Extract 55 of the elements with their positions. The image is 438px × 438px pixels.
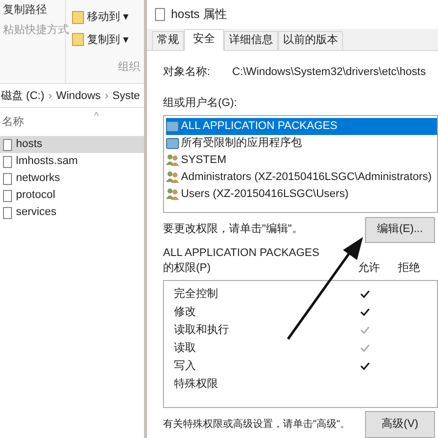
permission-name: 写入 — [174, 358, 197, 374]
list-item[interactable]: 所有受限制的应用程序包 — [166, 134, 437, 152]
tab[interactable]: 以前的版本 — [278, 30, 343, 50]
breadcrumb-separator-icon: › — [48, 88, 52, 105]
file-icon — [3, 172, 12, 184]
tab[interactable]: 详细信息 — [224, 30, 278, 50]
permissions-label: ALL APPLICATION PACKAGES — [163, 246, 320, 260]
tab[interactable]: 安全 — [184, 28, 224, 50]
file-row[interactable]: services — [0, 204, 144, 221]
list-item[interactable]: Users (XZ-20150416LSGC\Users) — [166, 186, 437, 202]
column-header: 拒绝 — [398, 260, 421, 276]
breadcrumb[interactable]: 磁盘 (C:) — [1, 88, 44, 105]
permission-name: 完全控制 — [174, 286, 219, 302]
file-icon — [3, 190, 12, 202]
advanced-button[interactable]: 高级(V) — [365, 411, 435, 438]
breadcrumb-separator-icon: › — [104, 88, 108, 105]
file-row[interactable]: lmhosts.sam — [0, 153, 144, 170]
breadcrumb[interactable]: Windows — [56, 88, 101, 105]
sort-icon: ^ — [94, 109, 99, 124]
column-header: 允许 — [358, 260, 381, 276]
file-row[interactable]: networks — [0, 170, 144, 187]
users-icon — [166, 171, 179, 183]
tab[interactable]: 常规 — [152, 30, 184, 50]
edit-button[interactable]: 编辑(E)... — [365, 216, 435, 242]
breadcrumb[interactable]: Syste — [112, 88, 140, 105]
list-item[interactable]: Administrators (XZ-20150416LSGC\Administrators) — [166, 168, 437, 186]
package-icon — [166, 120, 179, 132]
permission-name: 读取和执行 — [174, 322, 230, 338]
users-icon — [166, 154, 179, 166]
copy-to-button[interactable]: 复制到 ▾ — [72, 32, 144, 48]
list-item[interactable]: ALL APPLICATION PACKAGES — [166, 118, 437, 134]
permission-name: 读取 — [174, 340, 197, 356]
permission-name: 修改 — [174, 304, 197, 320]
package-icon — [166, 138, 179, 148]
hint-text: 有关特殊权限或高级设置，请单击"高级"。 — [163, 418, 350, 432]
group-list[interactable]: ALL APPLICATION PACKAGES 所有受限制的应用程序包 SYSTEM Administrators (XZ-20150416LSGC\Administrators) Users (XZ-20150416LSGC\Users) — [163, 114, 438, 212]
permission-name: 特殊权限 — [174, 376, 219, 392]
hint-text: 要更改权限，请单击"编辑"。 — [163, 222, 303, 238]
copy-path-button[interactable]: 复制路径 — [3, 2, 65, 18]
group-label: 组织 — [118, 60, 140, 75]
list-item[interactable]: SYSTEM — [166, 152, 437, 168]
file-row[interactable]: protocol — [0, 187, 144, 204]
permissions-label: 的权限(P) — [163, 260, 212, 276]
window-title: hosts 属性 — [171, 6, 228, 24]
file-icon — [3, 138, 12, 150]
field-label: 对象名称: — [163, 64, 210, 80]
file-row[interactable]: hosts — [0, 136, 144, 153]
object-path: C:\Windows\System32\drivers\etc\hosts — [232, 64, 426, 80]
file-icon — [155, 8, 165, 21]
move-to-button[interactable]: 移动到 ▾ — [72, 9, 144, 26]
column-header[interactable]: 名称 — [2, 114, 24, 130]
users-icon — [166, 188, 179, 200]
field-label: 组或用户名(G): — [163, 96, 238, 111]
file-icon — [3, 156, 12, 168]
file-icon — [3, 206, 12, 218]
